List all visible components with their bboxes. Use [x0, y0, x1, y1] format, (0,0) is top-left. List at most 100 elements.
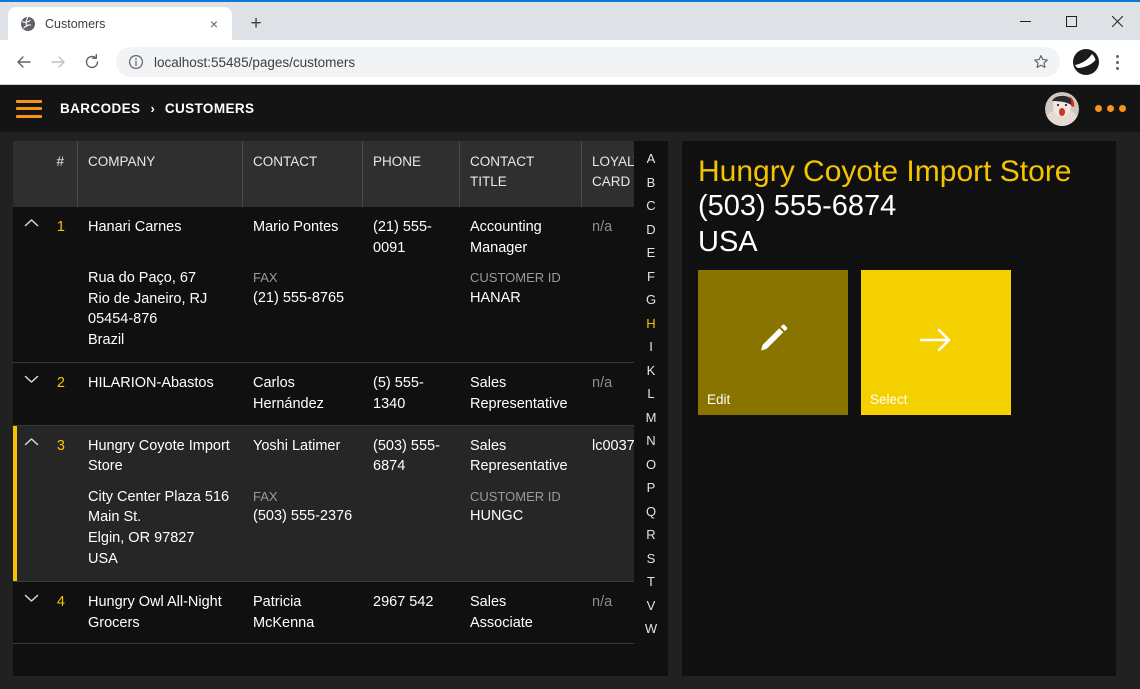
alpha-index-p[interactable]: P	[634, 476, 668, 500]
column-header-phone[interactable]: PHONE	[363, 141, 460, 207]
close-window-button[interactable]	[1094, 2, 1140, 40]
column-header-contact[interactable]: CONTACT	[243, 141, 363, 207]
breadcrumb: BARCODES › CUSTOMERS	[60, 101, 254, 116]
alpha-index-s[interactable]: S	[634, 547, 668, 571]
tab-strip: Customers × +	[0, 2, 1140, 40]
maximize-button[interactable]	[1048, 2, 1094, 40]
hamburger-icon[interactable]	[16, 99, 42, 118]
alpha-index-q[interactable]: Q	[634, 500, 668, 524]
alpha-index-r[interactable]: R	[634, 523, 668, 547]
breadcrumb-current[interactable]: CUSTOMERS	[165, 101, 255, 116]
close-icon[interactable]: ×	[204, 14, 224, 34]
detail-fax-label: FAX	[253, 488, 278, 504]
bar	[16, 99, 42, 103]
alpha-index-a[interactable]: A	[634, 147, 668, 171]
chevron-down-icon[interactable]	[13, 363, 49, 384]
table-row[interactable]: 2 HILARION-Abastos Carlos Hernández (5) …	[13, 363, 668, 426]
detail-country: USA	[698, 226, 758, 259]
chevron-down-icon[interactable]	[13, 582, 49, 603]
cell-phone: (503) 555-6874	[373, 437, 440, 475]
address-bar[interactable]: localhost:55485/pages/customers	[116, 47, 1060, 77]
dot	[1119, 105, 1126, 112]
dot	[1115, 54, 1119, 58]
minimize-button[interactable]	[1002, 2, 1048, 40]
detail-fax-value: (503) 555-2376	[253, 508, 353, 525]
column-header-contact-title[interactable]: CONTACT TITLE	[460, 141, 582, 207]
cell-phone: 2967 542	[373, 594, 434, 611]
window-controls	[1002, 2, 1140, 40]
alpha-index-b[interactable]: B	[634, 171, 668, 195]
select-button-label: Select	[870, 392, 908, 408]
cell-company: Hanari Carnes	[88, 219, 182, 235]
alpha-index-o[interactable]: O	[634, 453, 668, 477]
cell-phone: (21) 555-0091	[373, 219, 432, 256]
chevron-up-icon[interactable]	[13, 207, 49, 228]
breadcrumb-root[interactable]: BARCODES	[60, 101, 140, 116]
column-header-num[interactable]: #	[13, 141, 78, 207]
forward-button[interactable]	[42, 46, 74, 78]
detail-customer-id-label: CUSTOMER ID	[470, 270, 561, 286]
alpha-index-d[interactable]: D	[634, 218, 668, 242]
detail-fax-block: FAX (21) 555-8765	[243, 268, 460, 350]
detail-title: Hungry Coyote Import Store	[698, 155, 1072, 188]
bar	[16, 107, 42, 110]
cell-phone: (5) 555-1340	[373, 375, 424, 413]
url-text: localhost:55485/pages/customers	[154, 54, 356, 70]
browser-menu-button[interactable]	[1102, 46, 1132, 78]
alpha-index-v[interactable]: V	[634, 594, 668, 618]
row-main: 2 HILARION-Abastos Carlos Hernández (5) …	[13, 363, 668, 424]
cell-contact: Patricia McKenna	[253, 594, 315, 631]
row-detail: Rua do Paço, 67 Rio de Janeiro, RJ 05454…	[13, 268, 668, 362]
row-main: 4 Hungry Owl All-Night Grocers Patricia …	[13, 582, 668, 643]
alpha-index-t[interactable]: T	[634, 570, 668, 594]
back-button[interactable]	[8, 46, 40, 78]
select-button[interactable]: Select	[861, 270, 1011, 416]
cell-contact-title: Sales Associate	[470, 594, 533, 631]
row-num-cell: 1	[13, 207, 78, 268]
row-main: 3 Hungry Coyote Import Store Yoshi Latim…	[13, 426, 668, 487]
chevron-right-icon: ›	[150, 101, 155, 116]
alpha-index-m[interactable]: M	[634, 406, 668, 430]
alpha-index-n[interactable]: N	[634, 429, 668, 453]
edit-button[interactable]: Edit	[698, 270, 848, 416]
row-index: 3	[56, 437, 65, 454]
chevron-up-icon[interactable]	[13, 426, 49, 447]
info-circle-icon[interactable]	[128, 54, 144, 70]
alpha-index-f[interactable]: F	[634, 265, 668, 289]
detail-customer-id-value: HUNGC	[470, 508, 524, 525]
cell-company: Hungry Owl All-Night Grocers	[88, 594, 222, 631]
alpha-index-g[interactable]: G	[634, 288, 668, 312]
ellipsis-icon[interactable]	[1095, 105, 1126, 112]
column-header-company[interactable]: COMPANY	[78, 141, 243, 207]
browser-tab-customers[interactable]: Customers ×	[8, 7, 232, 40]
alpha-index-c[interactable]: C	[634, 194, 668, 218]
app-header: BARCODES › CUSTOMERS	[0, 85, 1140, 132]
detail-address: Rua do Paço, 67 Rio de Janeiro, RJ 05454…	[88, 270, 208, 348]
detail-action-tiles: Edit Select	[698, 270, 1100, 416]
alpha-index-k[interactable]: K	[634, 359, 668, 383]
row-index: 4	[56, 594, 65, 611]
detail-panel: Hungry Coyote Import Store (503) 555-687…	[682, 141, 1116, 676]
table-row[interactable]: 4 Hungry Owl All-Night Grocers Patricia …	[13, 582, 668, 645]
star-icon[interactable]	[1028, 49, 1054, 75]
table-row[interactable]: 3 Hungry Coyote Import Store Yoshi Latim…	[13, 425, 668, 583]
alpha-index-i[interactable]: I	[634, 335, 668, 359]
table-header-row: # COMPANY CONTACT PHONE CONTACT TITLE LO…	[13, 141, 668, 207]
detail-fax-block: FAX (503) 555-2376	[243, 487, 460, 569]
reload-button[interactable]	[76, 46, 108, 78]
browser-toolbar: localhost:55485/pages/customers	[0, 40, 1140, 85]
alpha-index-w[interactable]: W	[634, 617, 668, 641]
customers-table: # COMPANY CONTACT PHONE CONTACT TITLE L O…	[13, 141, 668, 676]
alpha-index-l[interactable]: L	[634, 382, 668, 406]
new-tab-button[interactable]: +	[242, 9, 270, 37]
row-detail: City Center Plaza 516 Main St. Elgin, OR…	[13, 487, 668, 581]
customers-table-panel: # COMPANY CONTACT PHONE CONTACT TITLE L O…	[13, 141, 668, 676]
dot	[1095, 105, 1102, 112]
table-row[interactable]: 1 Hanari Carnes Mario Pontes (21) 555-00…	[13, 207, 668, 364]
alpha-index-e[interactable]: E	[634, 241, 668, 265]
alpha-index-h[interactable]: H	[634, 312, 668, 336]
profile-avatar-icon[interactable]	[1072, 48, 1100, 76]
globe-icon	[20, 16, 36, 32]
user-avatar-icon[interactable]	[1045, 91, 1079, 126]
browser-window: Customers × + localhost:55485/pages/cust…	[0, 0, 1140, 689]
